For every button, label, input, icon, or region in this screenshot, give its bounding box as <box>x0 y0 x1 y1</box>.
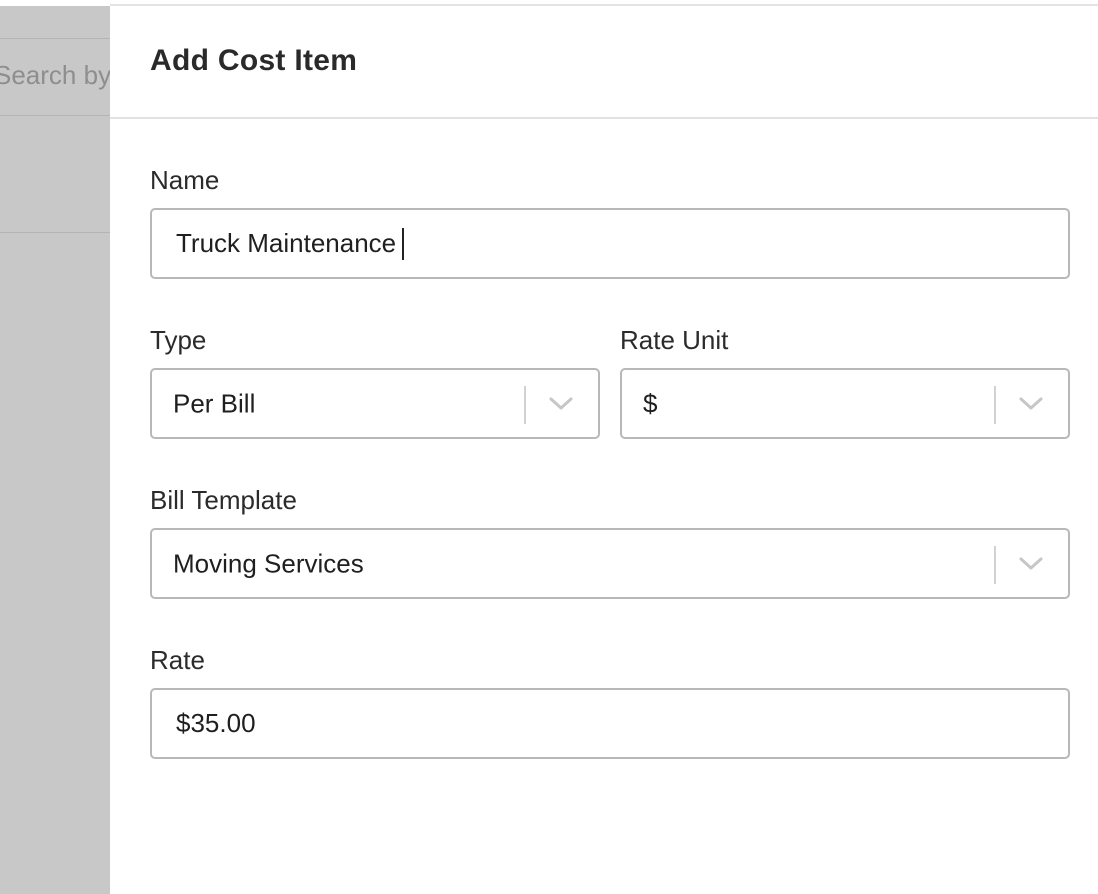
rate-input-value: $35.00 <box>176 708 256 738</box>
rate-input[interactable]: $35.00 <box>150 688 1070 759</box>
select-separator <box>524 386 526 424</box>
type-select[interactable]: Per Bill <box>150 368 600 439</box>
rate-unit-select[interactable]: $ <box>620 368 1070 439</box>
type-label: Type <box>150 325 207 355</box>
rate-unit-label: Rate Unit <box>620 325 729 355</box>
bill-template-select-value: Moving Services <box>173 548 364 578</box>
background-search-placeholder: Search by <box>0 60 110 90</box>
bill-template-select[interactable]: Moving Services <box>150 528 1070 599</box>
chevron-down-icon[interactable] <box>548 396 574 412</box>
bill-template-label: Bill Template <box>150 485 297 515</box>
text-caret <box>402 227 405 260</box>
add-cost-item-panel: Add Cost Item Name Truck Maintenance Typ… <box>110 0 1098 894</box>
background-divider <box>0 115 110 116</box>
name-input[interactable]: Truck Maintenance <box>150 208 1070 279</box>
type-select-value: Per Bill <box>173 388 256 418</box>
background-divider <box>0 232 110 233</box>
background-top-strip <box>0 0 110 6</box>
chevron-down-icon[interactable] <box>1018 556 1044 572</box>
rate-unit-select-value: $ <box>643 388 658 418</box>
name-label: Name <box>150 165 220 195</box>
rate-label: Rate <box>150 645 205 675</box>
background-page: Search by <box>0 0 110 894</box>
select-separator <box>994 386 996 424</box>
name-input-value: Truck Maintenance <box>176 228 397 258</box>
background-divider <box>0 38 110 39</box>
panel-header: Add Cost Item <box>110 6 1098 119</box>
select-separator <box>994 546 996 584</box>
chevron-down-icon[interactable] <box>1018 396 1044 412</box>
panel-title: Add Cost Item <box>150 44 358 77</box>
